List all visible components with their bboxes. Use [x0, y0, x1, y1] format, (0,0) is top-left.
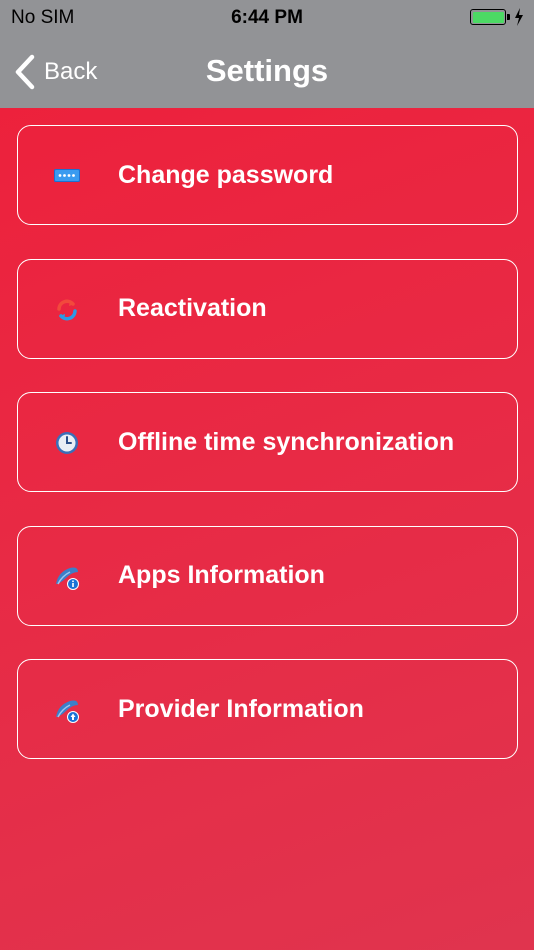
menu-item-reactivation[interactable]: Reactivation [17, 258, 518, 359]
menu-item-label: Provider Information [118, 694, 364, 723]
navigation-bar: Back Settings [0, 36, 534, 108]
status-time: 6:44 PM [231, 7, 303, 28]
menu-item-apps-information[interactable]: Apps Information [17, 525, 518, 626]
status-bar: No SIM 6:44 PM [0, 0, 534, 36]
password-icon [54, 169, 80, 182]
menu-item-label: Change password [118, 160, 334, 189]
clock-icon [56, 432, 78, 454]
menu-item-label: Apps Information [118, 561, 325, 589]
battery-icon [470, 9, 506, 25]
battery-tip [507, 14, 510, 20]
refresh-icon [57, 299, 77, 320]
menu-item-label: Reactivation [118, 294, 267, 322]
battery-fill [472, 11, 504, 23]
settings-menu: Change password Reactivation Offline tim… [17, 125, 518, 793]
menu-item-provider-information[interactable]: Provider Information [17, 659, 518, 759]
menu-item-change-password[interactable]: Change password [17, 125, 518, 225]
charging-bolt-icon [515, 8, 523, 26]
top-bar: No SIM 6:44 PM Back Settings [0, 0, 534, 108]
provider-info-icon [56, 700, 79, 723]
app-info-icon [56, 567, 79, 590]
page-title: Settings [205, 53, 329, 88]
menu-item-label: Offline time synchronization [118, 427, 455, 456]
menu-item-offline-time-sync[interactable]: Offline time synchronization [17, 392, 518, 492]
